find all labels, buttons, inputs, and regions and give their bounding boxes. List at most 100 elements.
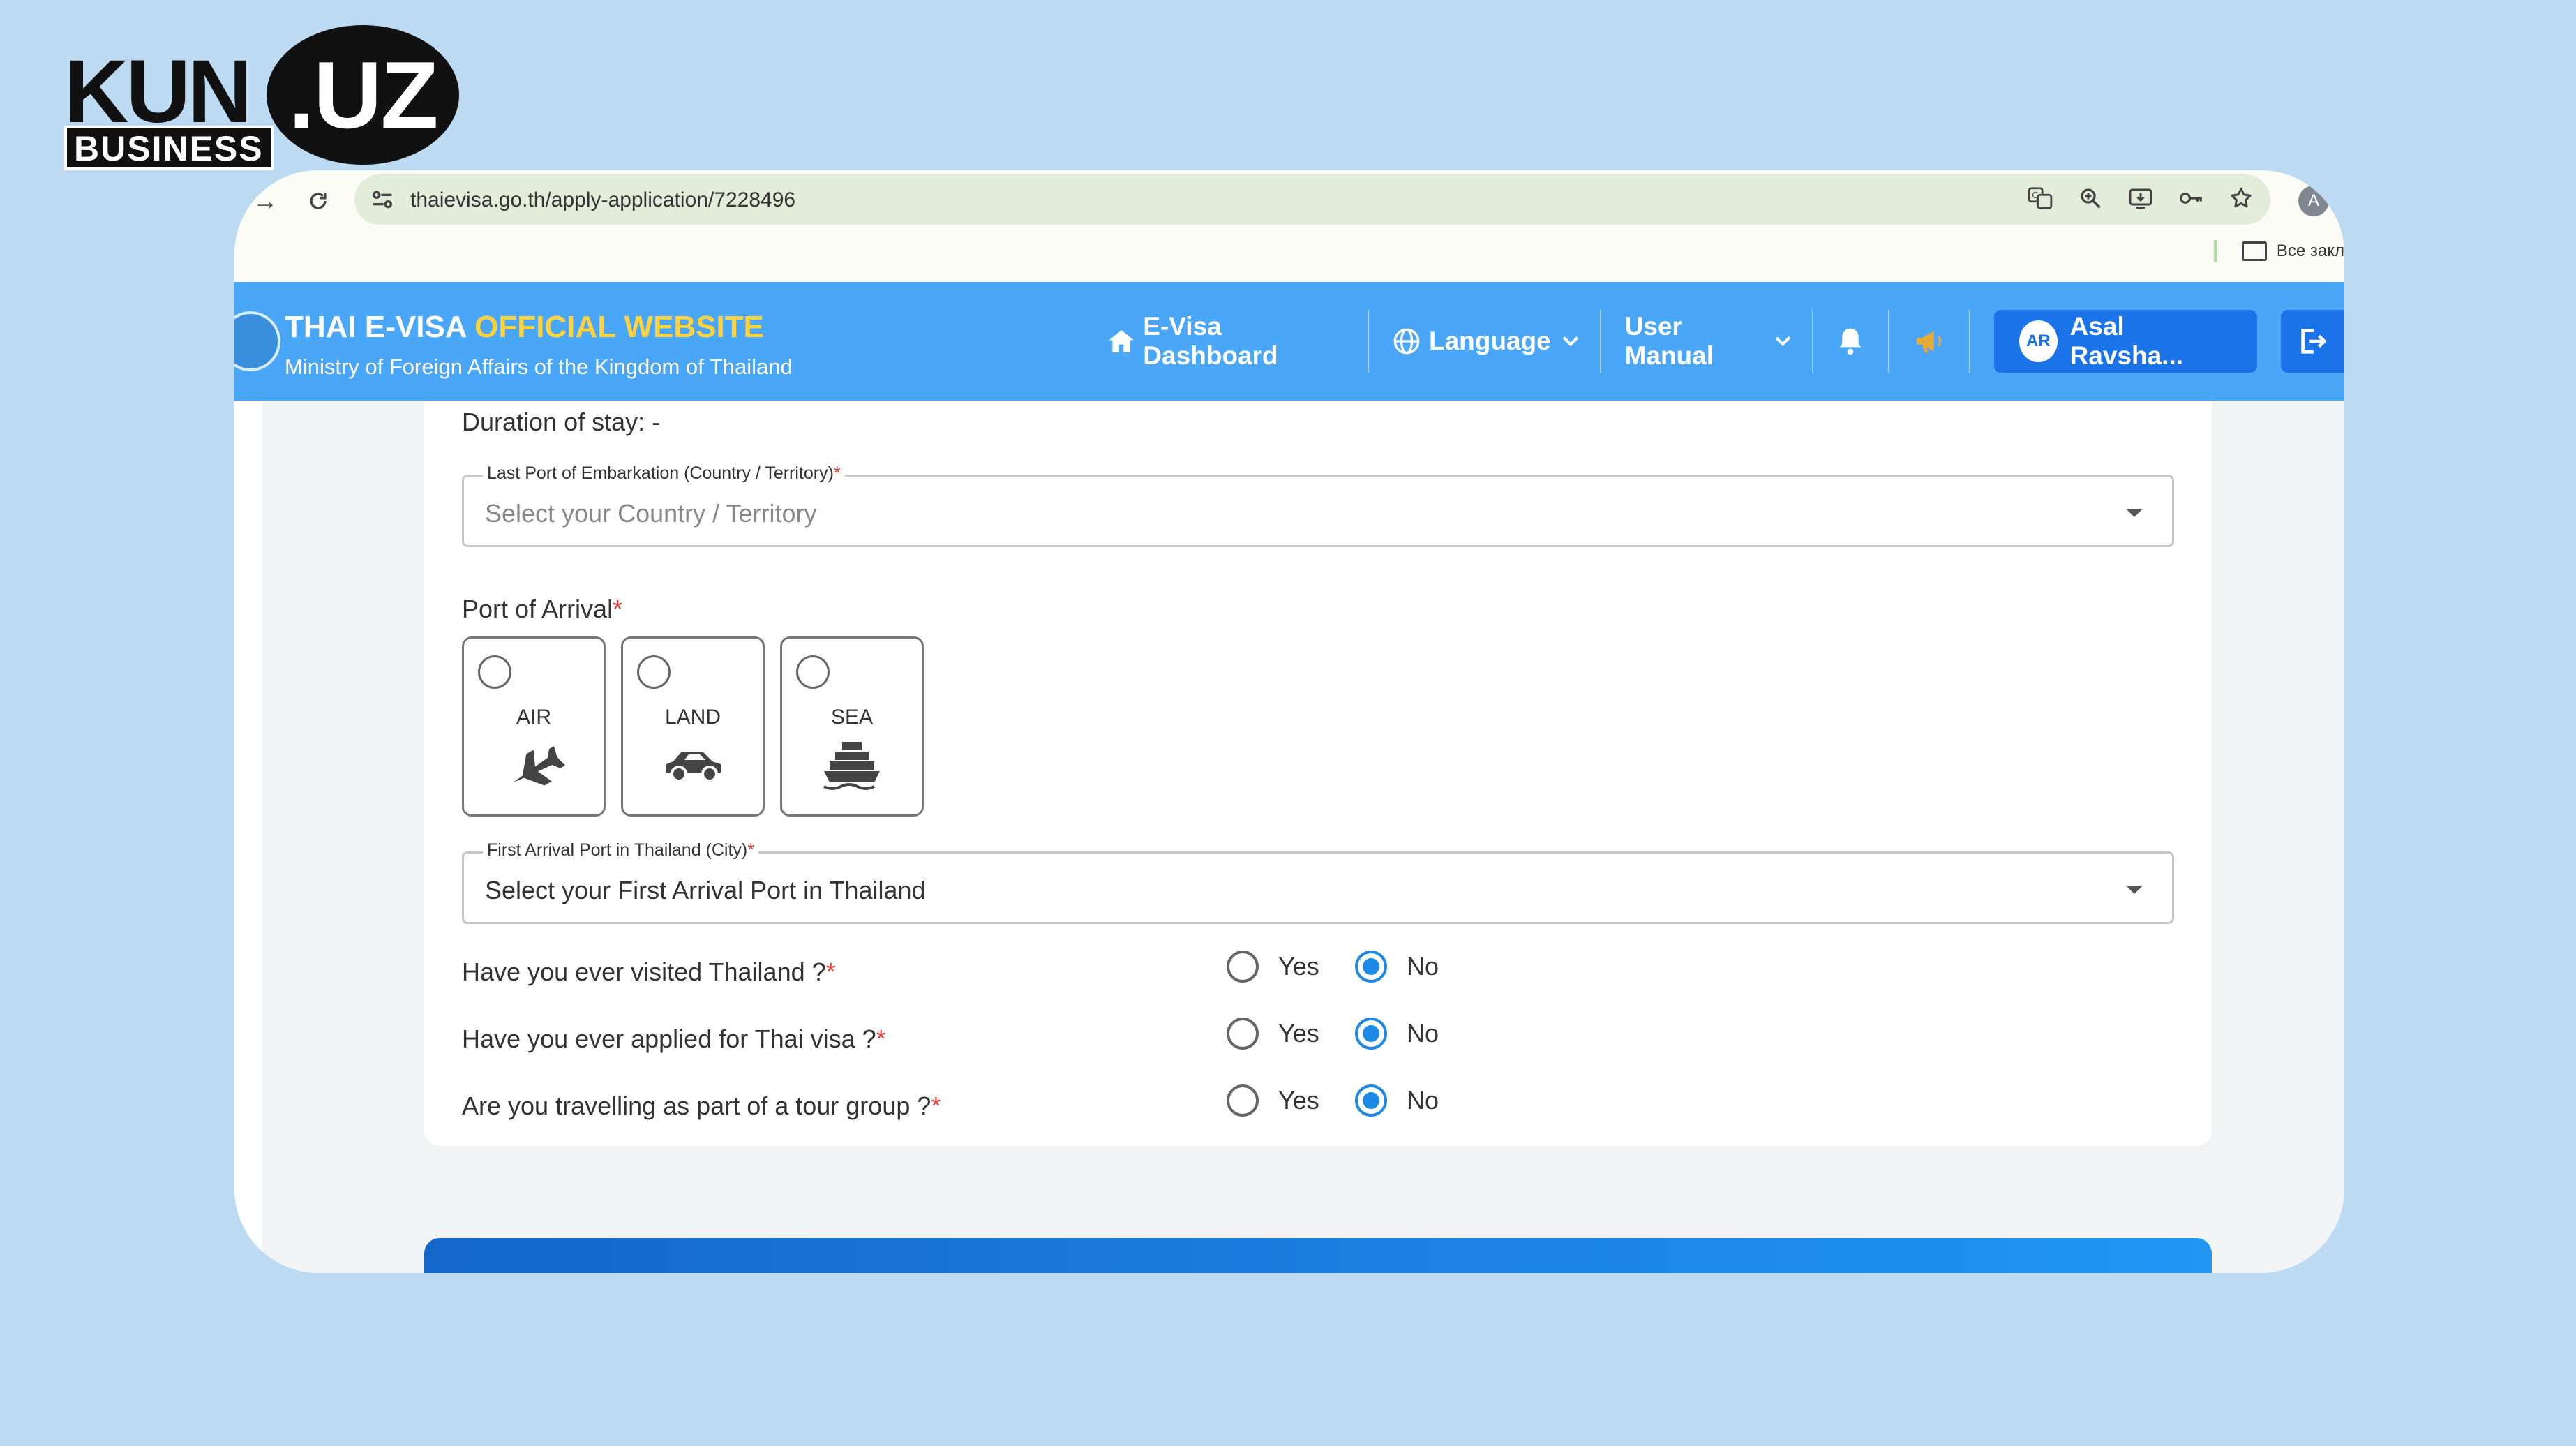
embarkation-select[interactable]: Select your Country / Territory	[462, 475, 2174, 547]
duration-of-stay-text: Duration of stay: -	[462, 408, 661, 436]
bookmark-folder-label[interactable]: Все закл	[2277, 241, 2344, 261]
question-tour-group: Are you travelling as part of a tour gro…	[462, 1091, 941, 1121]
announcements-button[interactable]	[1889, 310, 1969, 373]
megaphone-icon	[1917, 331, 1942, 353]
nav-manual-label: User Manual	[1624, 312, 1714, 370]
bookmarks-bar-item[interactable]: Все закл	[2213, 240, 2344, 262]
first-arrival-port-label: First Arrival Port in Thailand (City)*	[483, 840, 758, 860]
visited-thailand-yes-option[interactable]: Yes	[1227, 951, 1319, 983]
nav-divider	[1969, 310, 1971, 373]
radio-yes[interactable]	[1227, 1018, 1259, 1050]
folder-icon	[2241, 241, 2267, 261]
tour-group-yes-option[interactable]: Yes	[1227, 1084, 1319, 1117]
browser-toolbar: → thaievisa.go.th/apply-application/7228…	[234, 170, 2344, 282]
required-marker: *	[931, 1091, 941, 1120]
password-key-icon[interactable]	[2176, 183, 2206, 214]
airplane-icon	[514, 746, 565, 786]
nav-dashboard-label: E-Visa Dashboard	[1143, 312, 1278, 370]
site-settings-icon[interactable]	[368, 186, 396, 214]
user-avatar: AR	[2019, 320, 2058, 362]
radio-air[interactable]	[478, 655, 511, 689]
nav-user-manual-dropdown[interactable]: User Manual	[1601, 310, 1812, 373]
applied-visa-yes-option[interactable]: Yes	[1227, 1018, 1319, 1050]
port-of-arrival-label: Port of Arrival*	[462, 595, 622, 624]
required-marker: *	[747, 840, 754, 860]
radio-no-selected[interactable]	[1355, 1084, 1387, 1117]
required-marker: *	[825, 957, 836, 986]
bookmark-star-icon[interactable]	[2226, 183, 2256, 214]
sidebar-edge	[234, 401, 262, 1273]
option-label: No	[1407, 1019, 1439, 1048]
url-text[interactable]: thaievisa.go.th/apply-application/722849…	[410, 188, 795, 212]
nav-language-label: Language	[1428, 327, 1551, 355]
logout-button[interactable]	[2280, 310, 2344, 373]
main-nav: E-Visa Dashboard Language User Manual AR…	[1084, 310, 2344, 373]
port-option-label: AIR	[516, 706, 551, 729]
forward-icon[interactable]: →	[250, 186, 280, 216]
port-option-label: LAND	[664, 706, 721, 729]
caret-down-icon	[2126, 886, 2143, 894]
radio-no-selected[interactable]	[1355, 1018, 1387, 1050]
applied-visa-no-option[interactable]: No	[1355, 1018, 1439, 1050]
option-label: Yes	[1278, 952, 1319, 981]
site-title[interactable]: THAI E-VISA OFFICIAL WEBSITE	[285, 310, 764, 345]
radio-land[interactable]	[637, 655, 671, 689]
first-arrival-port-label-text: First Arrival Port in Thailand (City)	[487, 840, 748, 860]
embarkation-label-text: Last Port of Embarkation (Country / Terr…	[487, 463, 834, 483]
caret-down-icon	[2126, 509, 2143, 517]
embarkation-label: Last Port of Embarkation (Country / Terr…	[483, 463, 845, 484]
zoom-icon[interactable]	[2075, 183, 2106, 214]
required-marker: *	[833, 463, 841, 483]
radio-yes[interactable]	[1227, 1084, 1259, 1117]
ministry-seal-icon	[234, 311, 280, 371]
radio-sea[interactable]	[796, 655, 830, 689]
address-bar[interactable]: thaievisa.go.th/apply-application/722849…	[354, 174, 2270, 225]
radio-yes[interactable]	[1227, 951, 1259, 983]
site-title-main: THAI E-VISA	[285, 310, 475, 344]
logout-icon	[2301, 329, 2327, 354]
logo-kun-text: KUN	[64, 42, 252, 142]
question-text: Have you ever visited Thailand ?	[462, 957, 826, 986]
question-applied-thai-visa: Have you ever applied for Thai visa ?*	[462, 1024, 886, 1054]
nav-evisa-dashboard[interactable]: E-Visa Dashboard	[1084, 310, 1368, 373]
option-label: No	[1407, 1086, 1439, 1115]
site-subtitle: Ministry of Foreign Affairs of the Kingd…	[285, 355, 793, 379]
chevron-down-icon	[1775, 331, 1791, 346]
required-marker: *	[876, 1024, 886, 1053]
site-header: THAI E-VISA OFFICIAL WEBSITE Ministry of…	[234, 282, 2344, 401]
site-title-accent: OFFICIAL WEBSITE	[474, 310, 764, 344]
chevron-down-icon	[1562, 330, 1579, 347]
logo-uz-badge: .UZ	[267, 25, 459, 165]
port-option-label: SEA	[830, 706, 874, 729]
option-label: Yes	[1278, 1019, 1319, 1048]
tour-group-no-option[interactable]: No	[1355, 1084, 1439, 1117]
option-label: No	[1407, 952, 1439, 981]
svg-text:G: G	[2032, 190, 2039, 200]
globe-icon	[1393, 328, 1420, 355]
port-option-land[interactable]: LAND	[621, 636, 765, 817]
browser-profile-avatar[interactable]: A	[2298, 186, 2329, 216]
port-option-air[interactable]: AIR	[462, 636, 606, 817]
option-label: Yes	[1278, 1086, 1319, 1115]
car-icon	[666, 752, 721, 782]
reload-icon[interactable]	[303, 186, 334, 216]
user-name-label: Asal Ravsha...	[2069, 312, 2184, 370]
radio-no-selected[interactable]	[1355, 951, 1387, 983]
ship-icon	[823, 742, 880, 790]
browser-window: → thaievisa.go.th/apply-application/7228…	[234, 170, 2344, 1273]
nav-language-dropdown[interactable]: Language	[1369, 310, 1600, 373]
question-visited-thailand: Have you ever visited Thailand ?*	[462, 957, 836, 987]
question-text: Have you ever applied for Thai visa ?	[462, 1024, 876, 1053]
install-app-icon[interactable]	[2125, 183, 2156, 214]
home-icon	[1109, 330, 1134, 352]
visited-thailand-no-option[interactable]: No	[1355, 951, 1439, 983]
required-marker: *	[613, 595, 623, 623]
port-of-arrival-label-text: Port of Arrival	[462, 595, 613, 623]
user-account-button[interactable]: AR Asal Ravsha...	[1994, 310, 2257, 373]
translate-icon[interactable]: G	[2025, 183, 2055, 214]
port-option-sea[interactable]: SEA	[780, 636, 924, 817]
first-arrival-port-select[interactable]: Select your First Arrival Port in Thaila…	[462, 851, 2174, 924]
bell-icon	[1840, 328, 1862, 355]
logo-business-text: BUSINESS	[64, 126, 274, 170]
notifications-button[interactable]	[1813, 310, 1888, 373]
